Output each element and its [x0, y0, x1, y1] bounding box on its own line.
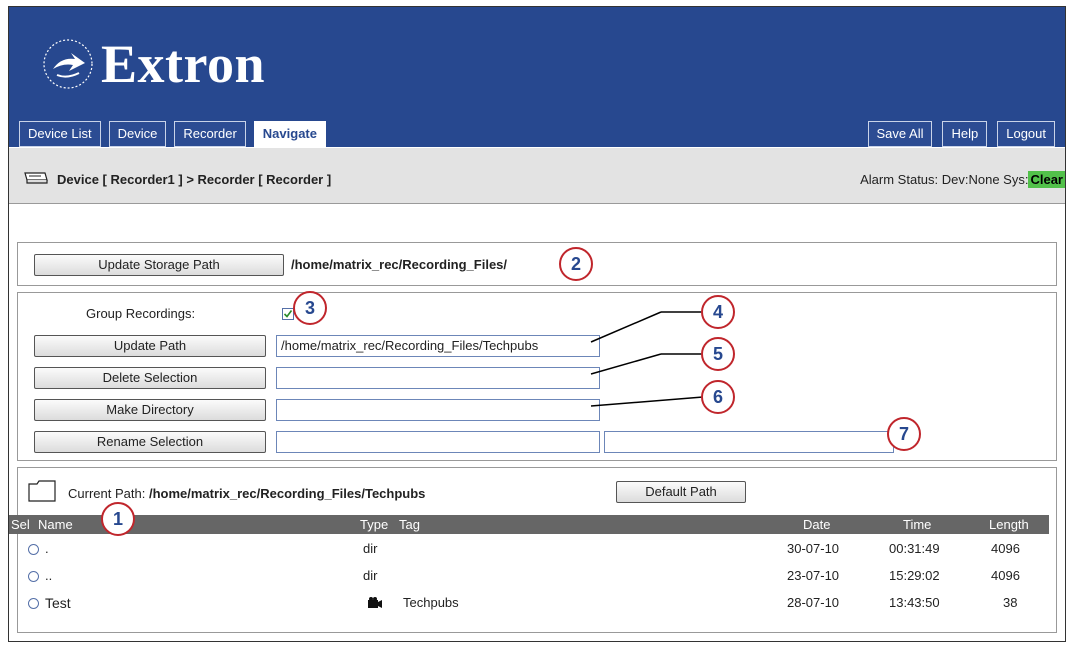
row-select-radio[interactable] — [28, 598, 39, 609]
row-time: 15:29:02 — [889, 568, 940, 583]
update-path-button[interactable]: Update Path — [34, 335, 266, 357]
tab-navigate[interactable]: Navigate — [253, 121, 326, 148]
row-select-radio[interactable] — [28, 571, 39, 582]
table-row[interactable]: .. dir 23-07-10 15:29:02 4096 — [9, 566, 1049, 588]
row-name: . — [45, 541, 49, 556]
row-tag: Techpubs — [403, 595, 459, 610]
action-tabs: Save All Help Logout — [858, 121, 1055, 147]
folder-icon — [28, 480, 56, 505]
row-date: 28-07-10 — [787, 595, 840, 610]
sys-status-badge: Clear — [1028, 171, 1065, 188]
delete-selection-button[interactable]: Delete Selection — [34, 367, 266, 389]
update-storage-path-button[interactable]: Update Storage Path — [34, 254, 284, 276]
file-table-header: Sel Name Type Tag Date Time Length — [9, 515, 1049, 534]
col-length: Length — [989, 517, 1029, 532]
callout-6: 6 — [701, 380, 735, 414]
current-path-label: Current Path: — [68, 486, 146, 501]
table-row[interactable]: Test Techpubs 28-07-10 13:43:50 38 — [9, 593, 1049, 615]
col-tag: Tag — [399, 517, 420, 532]
tab-device-list[interactable]: Device List — [19, 121, 101, 147]
storage-panel: Update Storage Path /home/matrix_rec/Rec… — [17, 242, 1057, 286]
row-length: 4096 — [991, 541, 1020, 556]
make-directory-field[interactable] — [276, 399, 600, 421]
extron-logo-icon — [39, 35, 97, 93]
table-row[interactable]: . dir 30-07-10 00:31:49 4096 — [9, 539, 1049, 561]
alarm-status-label: Alarm Status: Dev:None Sys: — [860, 172, 1029, 187]
current-path: Current Path: /home/matrix_rec/Recording… — [68, 486, 425, 501]
storage-path-value: /home/matrix_rec/Recording_Files/ — [291, 257, 508, 272]
alarm-status: Alarm Status: Dev:None Sys: Clear — [860, 171, 1065, 188]
callout-2: 2 — [559, 247, 593, 281]
rename-to-field[interactable] — [604, 431, 894, 453]
callout-5: 5 — [701, 337, 735, 371]
main-tabs: Device List Device Recorder Navigate — [19, 121, 334, 148]
row-length: 4096 — [991, 568, 1020, 583]
rename-selection-button[interactable]: Rename Selection — [34, 431, 266, 453]
default-path-button[interactable]: Default Path — [616, 481, 746, 503]
row-time: 00:31:49 — [889, 541, 940, 556]
help-button[interactable]: Help — [942, 121, 988, 147]
col-time: Time — [903, 517, 932, 532]
row-time: 13:43:50 — [889, 595, 940, 610]
rename-from-field[interactable] — [276, 431, 600, 453]
app-frame: Extron Device List Device Recorder Navig… — [8, 6, 1066, 642]
row-date: 30-07-10 — [787, 541, 840, 556]
callout-1: 1 — [101, 502, 135, 536]
col-name: Name — [38, 517, 73, 532]
tab-device[interactable]: Device — [108, 121, 167, 147]
row-length: 38 — [1003, 595, 1018, 610]
group-recordings-label: Group Recordings: — [86, 306, 196, 321]
tab-recorder[interactable]: Recorder — [174, 121, 246, 147]
logout-button[interactable]: Logout — [997, 121, 1055, 147]
delete-selection-field[interactable] — [276, 367, 600, 389]
save-all-button[interactable]: Save All — [867, 121, 933, 147]
breadcrumb-bar: Device [ Recorder1 ] > Recorder [ Record… — [9, 148, 1065, 204]
row-type: dir — [363, 541, 378, 556]
row-name: Test — [45, 595, 71, 611]
current-path-value: /home/matrix_rec/Recording_Files/Techpub… — [148, 486, 426, 501]
callout-3: 3 — [293, 291, 327, 325]
extron-logo: Extron — [39, 33, 265, 95]
update-path-field[interactable]: /home/matrix_rec/Recording_Files/Techpub… — [276, 335, 600, 357]
col-sel: Sel — [11, 517, 30, 532]
checkmark-icon — [283, 310, 293, 318]
device-icon — [23, 170, 49, 189]
callout-7: 7 — [887, 417, 921, 451]
row-name: .. — [45, 568, 53, 583]
camera-icon — [367, 597, 383, 612]
breadcrumb: Device [ Recorder1 ] > Recorder [ Record… — [57, 172, 332, 187]
header-banner: Extron Device List Device Recorder Navig… — [9, 7, 1065, 148]
row-date: 23-07-10 — [787, 568, 840, 583]
brand-name: Extron — [101, 34, 266, 94]
col-type: Type — [360, 517, 389, 532]
callout-4: 4 — [701, 295, 735, 329]
col-date: Date — [803, 517, 831, 532]
row-type: dir — [363, 568, 378, 583]
make-directory-button[interactable]: Make Directory — [34, 399, 266, 421]
row-select-radio[interactable] — [28, 544, 39, 555]
